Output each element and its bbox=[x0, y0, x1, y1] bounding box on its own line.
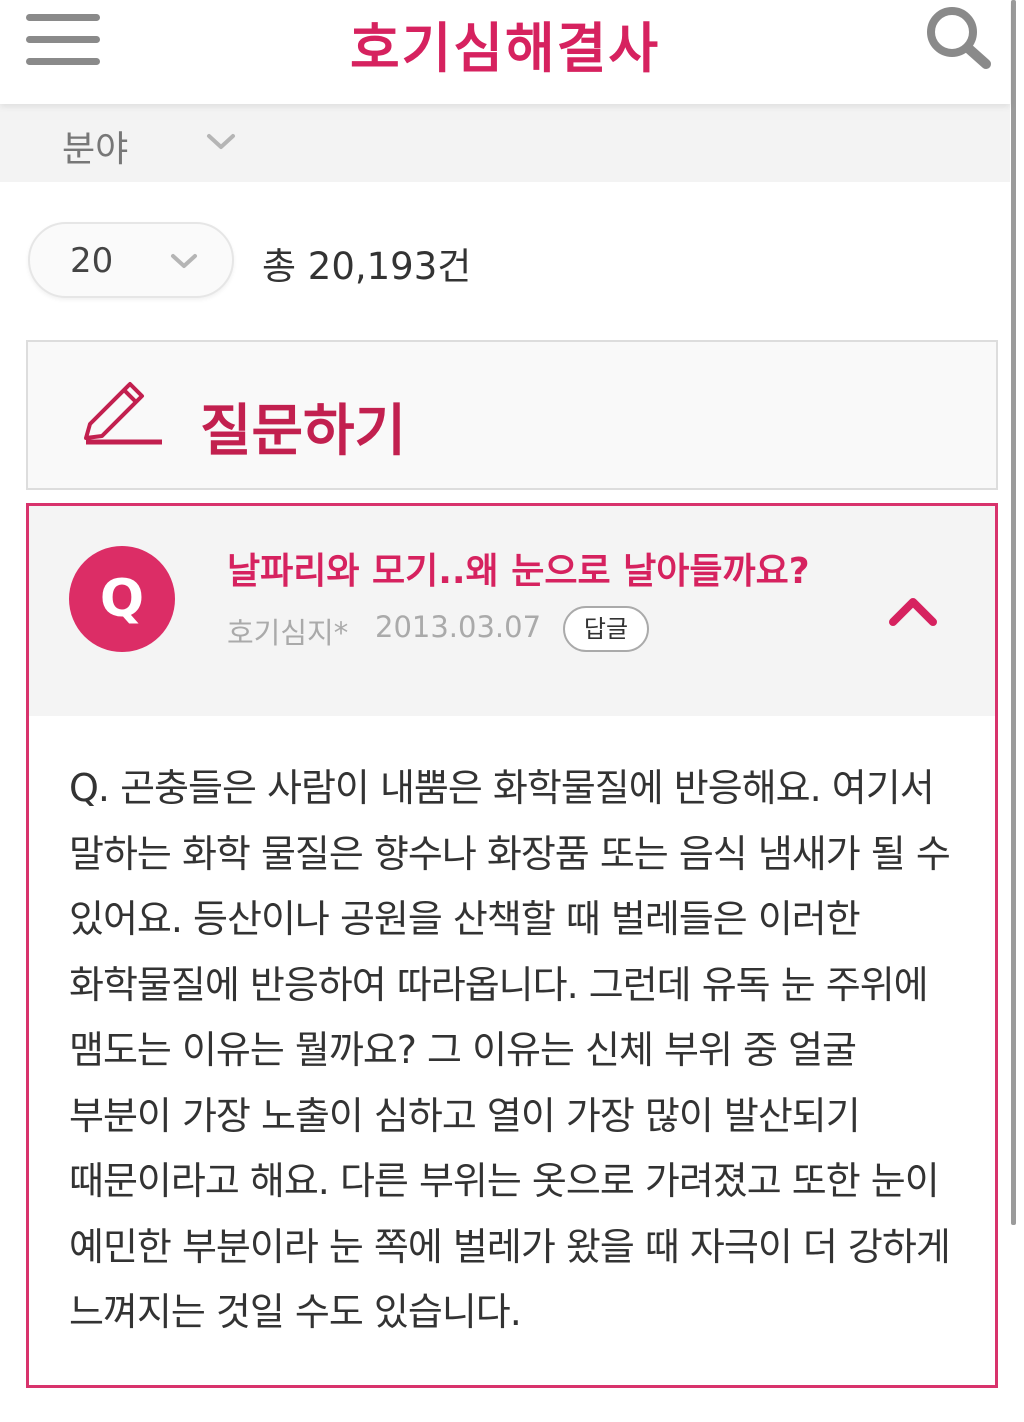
qa-card-header[interactable]: Q 날파리와 모기..왜 눈으로 날아들까요? 호기심지* 2013.03.07… bbox=[29, 506, 995, 716]
question-title[interactable]: 날파리와 모기..왜 눈으로 날아들까요? bbox=[227, 542, 810, 594]
category-filter[interactable]: 분야 bbox=[0, 104, 1010, 182]
pencil-icon bbox=[84, 382, 162, 445]
page-size-select[interactable]: 20 bbox=[28, 222, 234, 298]
chevron-down-icon[interactable] bbox=[206, 132, 236, 152]
chevron-up-icon[interactable] bbox=[887, 592, 939, 628]
scrollbar[interactable] bbox=[1011, 0, 1016, 1225]
app-header: 호기심해결사 bbox=[0, 0, 1010, 104]
question-date: 2013.03.07 bbox=[375, 610, 542, 644]
chevron-down-icon bbox=[171, 254, 197, 268]
answer-text: Q. 곤충들은 사람이 내뿜은 화학물질에 반응해요. 여기서 말하는 화학 물… bbox=[69, 766, 951, 1334]
category-label: 분야 bbox=[62, 129, 129, 170]
question-badge: Q bbox=[69, 546, 175, 652]
search-icon[interactable] bbox=[924, 4, 994, 70]
question-author: 호기심지* bbox=[227, 616, 349, 650]
site-title[interactable]: 호기심해결사 bbox=[0, 4, 1010, 83]
page-size-value: 20 bbox=[70, 241, 114, 281]
ask-question-button[interactable]: 질문하기 bbox=[26, 340, 998, 490]
qa-card: Q 날파리와 모기..왜 눈으로 날아들까요? 호기심지* 2013.03.07… bbox=[26, 503, 998, 1388]
total-count: 총 20,193건 bbox=[262, 245, 472, 288]
ask-question-label: 질문하기 bbox=[200, 399, 407, 464]
reply-button[interactable]: 답글 bbox=[563, 606, 649, 652]
